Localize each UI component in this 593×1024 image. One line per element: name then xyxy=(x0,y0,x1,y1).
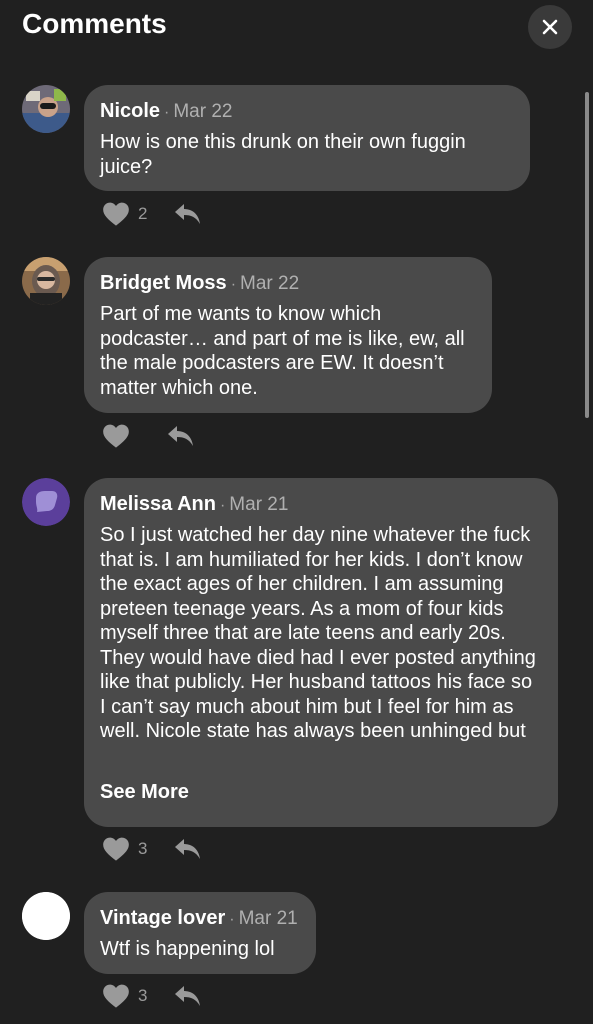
like-count: 3 xyxy=(138,839,148,858)
separator-dot: · xyxy=(229,911,235,928)
scrollbar[interactable] xyxy=(585,92,589,418)
reply-button[interactable] xyxy=(173,984,203,1008)
comment-bubble: Vintage lover · Mar 21 Wtf is happening lo… xyxy=(84,892,316,974)
like-count: 2 xyxy=(138,204,148,223)
close-button[interactable] xyxy=(528,5,572,49)
separator-dot: · xyxy=(219,497,226,514)
comment-date: Mar 21 xyxy=(229,494,289,515)
reply-button[interactable] xyxy=(173,202,203,226)
blank-white-avatar xyxy=(22,892,70,940)
comment-date: Mar 22 xyxy=(173,101,233,122)
comment-actions: 3 xyxy=(102,834,203,864)
comment-bubble: Nicole · Mar 22 How is one this drunk on t… xyxy=(84,85,530,191)
reply-button[interactable] xyxy=(173,837,203,861)
heart-icon xyxy=(103,202,129,226)
like-button[interactable]: 2 xyxy=(102,201,147,227)
comment-text: Wtf is happening lol xyxy=(100,938,275,960)
comment-actions xyxy=(102,421,196,451)
like-count: 3 xyxy=(138,986,148,1005)
reply-arrow-icon xyxy=(175,839,201,859)
reply-arrow-icon xyxy=(175,204,201,224)
comment-text: How is one this drunk on their own fuggi… xyxy=(100,131,466,178)
page-title: Comments xyxy=(22,8,167,39)
author-name[interactable]: Nicole xyxy=(100,100,160,122)
comment-meta: Bridget Moss · Mar 22 xyxy=(100,270,476,298)
comment-date: Mar 21 xyxy=(238,908,298,929)
close-icon xyxy=(542,19,558,35)
avatar[interactable] xyxy=(22,478,70,526)
like-button[interactable]: 3 xyxy=(102,836,147,862)
comments-header: Comments xyxy=(0,0,593,56)
like-button[interactable] xyxy=(102,423,138,449)
like-button[interactable]: 3 xyxy=(102,983,147,1009)
author-name[interactable]: Vintage lover xyxy=(100,907,225,929)
comment-bubble: Melissa Ann · Mar 21 So I just watched her… xyxy=(84,478,558,827)
comment-text: So I just watched her day nine whatever … xyxy=(100,524,536,742)
see-more-button[interactable]: See More xyxy=(100,781,542,804)
purple-chat-bubble-avatar xyxy=(22,478,70,526)
comment-actions: 3 xyxy=(102,981,203,1011)
photo-avatar xyxy=(22,257,70,305)
heart-icon xyxy=(103,837,129,861)
comment-bubble: Bridget Moss · Mar 22 Part of me wants to … xyxy=(84,257,492,413)
avatar[interactable] xyxy=(22,892,70,940)
comment-meta: Melissa Ann · Mar 21 xyxy=(100,491,542,519)
author-name[interactable]: Melissa Ann xyxy=(100,493,216,515)
comment-date: Mar 22 xyxy=(240,273,300,294)
comment-meta: Vintage lover · Mar 21 xyxy=(100,905,300,933)
avatar[interactable] xyxy=(22,257,70,305)
comment-meta: Nicole · Mar 22 xyxy=(100,98,514,126)
heart-icon xyxy=(103,424,129,448)
comment-actions: 2 xyxy=(102,199,203,229)
separator-dot: · xyxy=(230,276,237,293)
heart-icon xyxy=(103,984,129,1008)
comment-text: Part of me wants to know which podcaster… xyxy=(100,303,465,399)
avatar[interactable] xyxy=(22,85,70,133)
author-name[interactable]: Bridget Moss xyxy=(100,272,227,294)
separator-dot: · xyxy=(164,104,170,121)
photo-avatar xyxy=(22,85,70,133)
reply-button[interactable] xyxy=(166,424,196,448)
reply-arrow-icon xyxy=(175,986,201,1006)
reply-arrow-icon xyxy=(168,426,193,446)
